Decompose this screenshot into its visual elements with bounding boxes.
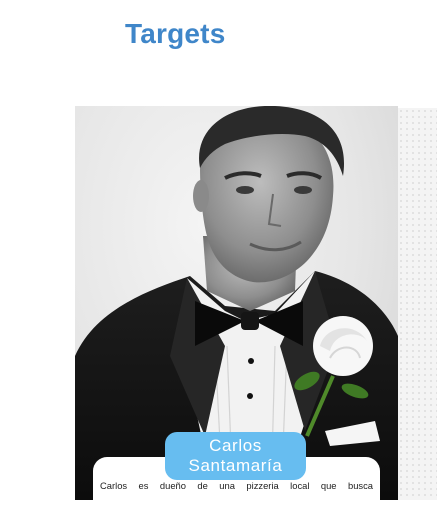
section-title: Targets <box>125 18 226 49</box>
persona-description: Carlos es dueño de una pizzeria local qu… <box>100 480 373 491</box>
decorative-pattern <box>398 108 437 500</box>
persona-last-name: Santamaría <box>188 456 283 475</box>
persona-first-name: Carlos <box>209 436 262 455</box>
persona-name-badge: Carlos Santamaría <box>165 432 306 480</box>
